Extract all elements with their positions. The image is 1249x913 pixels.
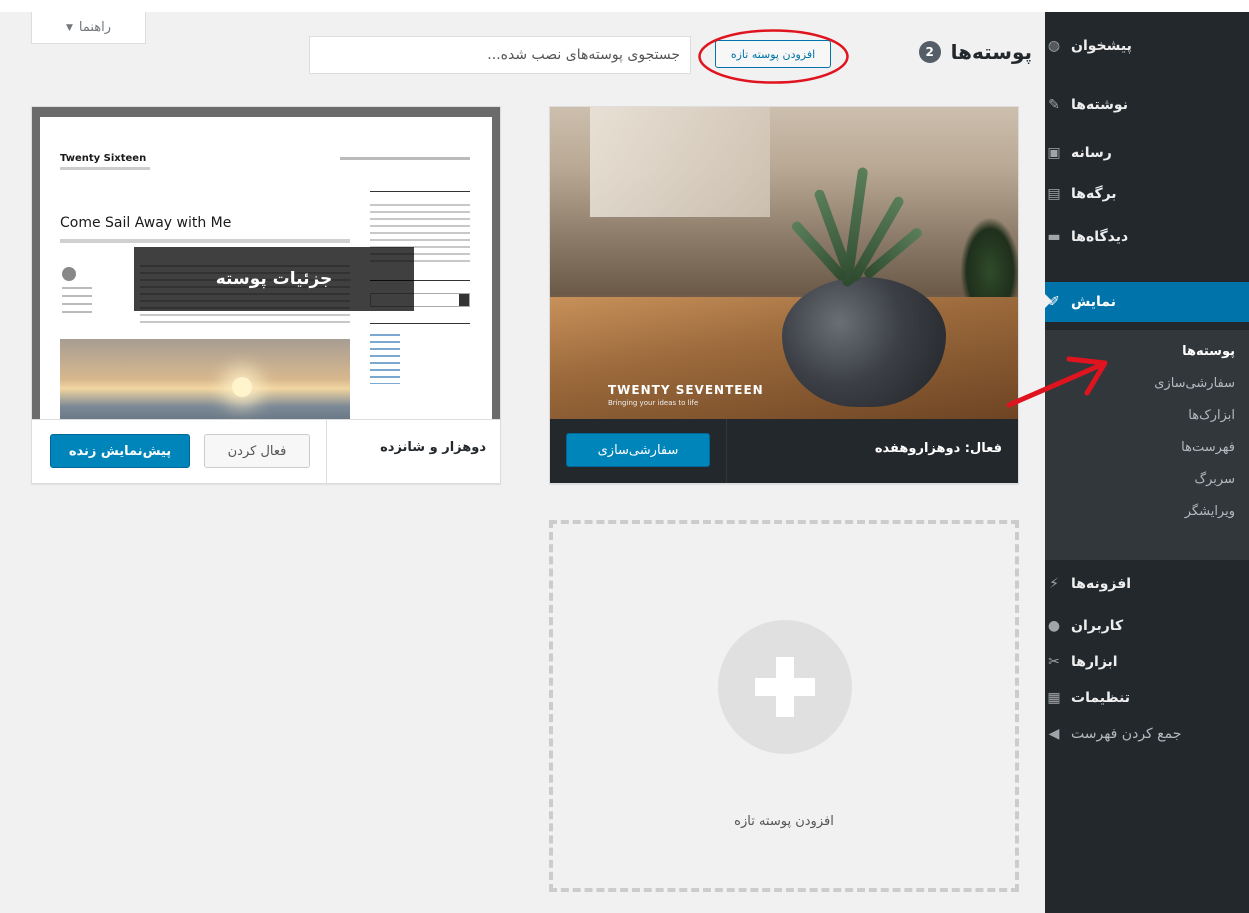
theme-card-twenty-sixteen[interactable]: Twenty Sixteen Come Sail Away with Me جز… <box>31 106 501 484</box>
preview-text-lines <box>60 239 350 243</box>
sidebar-item-pages[interactable]: برگه‌ها ▤ <box>1045 176 1249 212</box>
screenshot-frame: Twenty Sixteen Come Sail Away with Me جز… <box>32 107 500 419</box>
add-new-theme-label: افزودن پوسته تازه <box>734 814 834 829</box>
sidebar-item-label: افزونه‌ها <box>1071 576 1132 592</box>
preview-meta-lines <box>62 287 92 313</box>
live-preview-button[interactable]: پیش‌نمایش زنده <box>50 434 190 468</box>
sidebar-item-label: رسانه <box>1071 145 1112 161</box>
settings-icon: ▦ <box>1047 690 1061 706</box>
search-themes-input[interactable] <box>309 36 691 74</box>
preview-site-tagline <box>60 167 150 170</box>
preview-post-title: Come Sail Away with Me <box>60 215 232 231</box>
sidebar-item-label: دیدگاه‌ها <box>1071 229 1129 245</box>
aloe-plant <box>789 166 924 288</box>
sidebar-item-label: جمع کردن فهرست <box>1071 726 1182 742</box>
plus-circle <box>718 620 852 754</box>
submenu-customize[interactable]: سفارشی‌سازی <box>1154 376 1235 391</box>
sidebar-item-label: تنظیمات <box>1071 690 1131 706</box>
submenu-editor[interactable]: ویرایشگر <box>1185 504 1235 519</box>
users-icon: ● <box>1047 618 1061 634</box>
sidebar-item-media[interactable]: رسانه ▣ <box>1045 135 1249 171</box>
page-title-text: پوسته‌ها <box>950 40 1032 64</box>
theme-card-twenty-seventeen[interactable]: TWENTY SEVENTEEN Bringing your ideas to … <box>549 106 1019 484</box>
bg-window-light <box>590 107 770 217</box>
red-highlight-ellipse <box>698 29 849 84</box>
active-notch <box>1044 293 1052 309</box>
footer-divider-dark <box>726 419 727 483</box>
red-annotation-arrow <box>1006 356 1108 408</box>
admin-sidebar: پیشخوان ◍ نوشته‌ها ✎ رسانه ▣ برگه‌ها ▤ د… <box>1044 12 1249 913</box>
sidebar-item-settings[interactable]: تنظیمات ▦ <box>1045 680 1249 716</box>
preview-avatar <box>62 267 76 281</box>
submenu-menus[interactable]: فهرست‌ها <box>1181 440 1235 455</box>
theme-screenshot-twenty-seventeen[interactable]: TWENTY SEVENTEEN Bringing your ideas to … <box>550 107 1018 419</box>
sidebar-item-users[interactable]: کاربران ● <box>1045 608 1249 644</box>
preview-sunset-image <box>60 339 350 419</box>
plus-icon-vertical <box>776 657 794 717</box>
theme-name-twenty-sixteen: دوهزار و شانزده <box>380 440 486 455</box>
help-tab[interactable]: ▼ راهنما <box>31 12 146 44</box>
sidebar-item-tools[interactable]: ابزارها ✂ <box>1045 644 1249 680</box>
preview-sun <box>232 377 252 397</box>
theme-brand-seventeen: TWENTY SEVENTEEN <box>608 383 764 397</box>
sidebar-item-label: نوشته‌ها <box>1071 97 1128 113</box>
sidebar-item-label: نمایش <box>1071 294 1116 310</box>
preview-sidebar-rule-3 <box>370 323 470 324</box>
sidebar-item-posts[interactable]: نوشته‌ها ✎ <box>1045 87 1249 123</box>
footer-divider <box>326 420 327 483</box>
submenu-themes[interactable]: پوسته‌ها <box>1182 344 1235 359</box>
preview-sidebar-rule <box>370 191 470 192</box>
sidebar-item-label: برگه‌ها <box>1071 186 1117 202</box>
sidebar-item-comments[interactable]: دیدگاه‌ها ▬ <box>1045 219 1249 255</box>
submenu-header[interactable]: سربرگ <box>1195 472 1236 487</box>
activate-button[interactable]: فعال کردن <box>204 434 310 468</box>
theme-footer-twenty-seventeen: فعال: دوهزاروهفده سفارشی‌سازی <box>550 419 1018 483</box>
preview-category-links <box>370 334 400 384</box>
theme-footer-twenty-sixteen: دوهزار و شانزده فعال کردن پیش‌نمایش زنده <box>32 419 500 483</box>
theme-tagline-seventeen: Bringing your ideas to life <box>608 399 699 407</box>
tools-wrench-icon: ✂ <box>1048 654 1060 670</box>
theme-details-overlay[interactable]: جزئیات پوسته <box>134 247 414 311</box>
bg-plant-right <box>960 217 1018 307</box>
submenu-widgets[interactable]: ابزارک‌ها <box>1188 408 1235 423</box>
sidebar-collapse-menu[interactable]: جمع کردن فهرست ◀ <box>1045 716 1249 752</box>
page-title: پوسته‌ها 2 <box>918 40 1032 64</box>
media-icon: ▣ <box>1047 145 1061 161</box>
sidebar-item-appearance[interactable]: نمایش ✐ <box>1044 282 1249 322</box>
add-new-theme-card[interactable]: افزودن پوسته تازه <box>549 520 1019 892</box>
preview-nav <box>340 157 470 160</box>
theme-screenshot-twenty-sixteen[interactable]: Twenty Sixteen Come Sail Away with Me جز… <box>32 107 500 419</box>
pages-icon: ▤ <box>1047 186 1061 202</box>
pin-icon: ✎ <box>1048 97 1060 113</box>
preview-search-button <box>459 294 469 306</box>
dashboard-icon: ◍ <box>1047 38 1061 54</box>
collapse-icon: ◀ <box>1048 726 1060 742</box>
theme-count-badge: 2 <box>918 41 941 63</box>
preview-site-title: Twenty Sixteen <box>60 153 147 164</box>
screenshot-page: Twenty Sixteen Come Sail Away with Me جز… <box>40 117 492 419</box>
sidebar-item-label: کاربران <box>1071 618 1124 634</box>
active-theme-label: فعال: دوهزاروهفده <box>874 441 1002 456</box>
help-chevron-icon: ▼ <box>65 22 73 33</box>
sidebar-item-label: پیشخوان <box>1071 38 1132 54</box>
customize-button[interactable]: سفارشی‌سازی <box>566 433 710 467</box>
sidebar-item-label: ابزارها <box>1071 654 1118 670</box>
sidebar-item-dashboard[interactable]: پیشخوان ◍ <box>1045 28 1249 64</box>
top-strip <box>0 0 1249 12</box>
plugins-icon: ⚡ <box>1049 576 1059 592</box>
sidebar-item-plugins[interactable]: افزونه‌ها ⚡ <box>1045 566 1249 602</box>
help-label: راهنما <box>78 20 112 35</box>
pot <box>782 277 946 407</box>
comments-icon: ▬ <box>1047 229 1061 245</box>
